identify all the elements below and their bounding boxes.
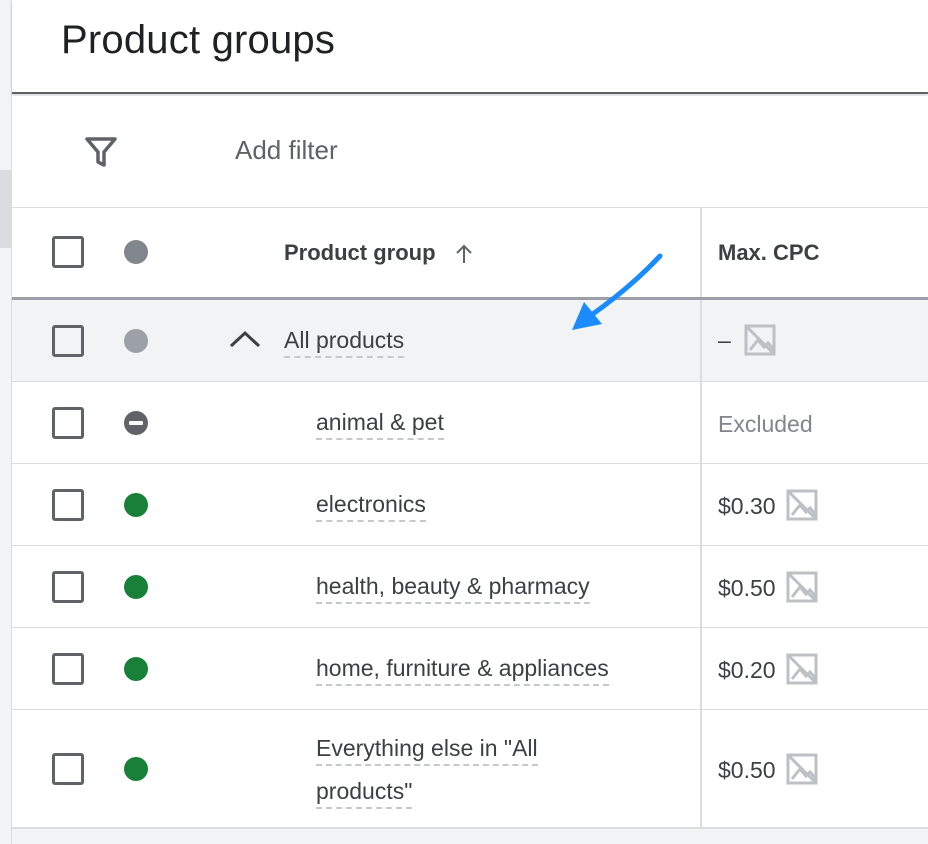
- column-divider: [700, 710, 702, 827]
- row-checkbox[interactable]: [52, 571, 84, 603]
- column-divider: [700, 628, 702, 709]
- status-icon: [124, 575, 148, 599]
- page-title: Product groups: [61, 18, 336, 62]
- row-checkbox[interactable]: [52, 653, 84, 685]
- arrow-up-icon[interactable]: [452, 242, 476, 266]
- select-all-checkbox[interactable]: [52, 236, 84, 268]
- status-icon: [124, 493, 148, 517]
- status-icon: [124, 657, 148, 681]
- table-row[interactable]: health, beauty & pharmacy $0.50: [12, 546, 928, 628]
- status-icon: [124, 329, 148, 353]
- chevron-up-icon[interactable]: [228, 328, 262, 350]
- table-row[interactable]: home, furniture & appliances $0.20: [12, 628, 928, 710]
- row-checkbox[interactable]: [52, 489, 84, 521]
- max-cpc-value: Excluded: [718, 411, 813, 437]
- status-header-icon: [124, 240, 148, 264]
- group-name-link[interactable]: All products: [284, 319, 405, 361]
- column-header-max-cpc[interactable]: Max. CPC: [718, 240, 819, 266]
- column-divider: [700, 464, 702, 545]
- status-icon: [124, 757, 148, 781]
- image-off-icon: [786, 571, 818, 603]
- table-row[interactable]: animal & pet Excluded: [12, 382, 928, 464]
- left-rail-marker: [0, 170, 12, 248]
- max-cpc-value: –: [718, 327, 731, 353]
- column-divider: [700, 208, 702, 297]
- image-off-icon: [786, 753, 818, 785]
- image-off-icon: [786, 653, 818, 685]
- max-cpc-value: $0.50: [718, 757, 776, 783]
- max-cpc-value: $0.20: [718, 657, 776, 683]
- table-footer: [12, 828, 928, 844]
- image-off-icon: [786, 489, 818, 521]
- column-divider: [700, 300, 702, 381]
- group-name-link[interactable]: animal & pet: [316, 401, 444, 443]
- row-checkbox[interactable]: [52, 407, 84, 439]
- table-row[interactable]: electronics $0.30: [12, 464, 928, 546]
- group-name-link[interactable]: health, beauty & pharmacy: [316, 565, 590, 607]
- left-rail: [0, 0, 12, 844]
- row-checkbox[interactable]: [52, 753, 84, 785]
- table-row[interactable]: Everything else in "All products" $0.50: [12, 710, 928, 828]
- add-filter-button[interactable]: Add filter: [235, 135, 338, 166]
- page-header: Product groups: [12, 0, 928, 94]
- column-divider: [700, 382, 702, 463]
- image-off-icon: [744, 324, 776, 356]
- group-name-link[interactable]: Everything else in "All: [316, 727, 538, 769]
- excluded-icon: [124, 411, 148, 435]
- filter-icon[interactable]: [84, 136, 118, 168]
- max-cpc-value: $0.50: [718, 575, 776, 601]
- max-cpc-value: $0.30: [718, 493, 776, 519]
- column-header-product-group[interactable]: Product group: [284, 240, 436, 266]
- group-name-link[interactable]: home, furniture & appliances: [316, 647, 609, 689]
- annotation-arrow-icon: [572, 253, 663, 330]
- row-checkbox[interactable]: [52, 325, 84, 357]
- table-row-all-products[interactable]: All products –: [12, 300, 928, 382]
- table-header-row: Product group Max. CPC: [12, 208, 928, 300]
- filter-bar: Add filter: [12, 96, 928, 208]
- column-divider: [700, 546, 702, 627]
- group-name-link-line2[interactable]: products": [316, 770, 413, 812]
- group-name-link[interactable]: electronics: [316, 483, 426, 525]
